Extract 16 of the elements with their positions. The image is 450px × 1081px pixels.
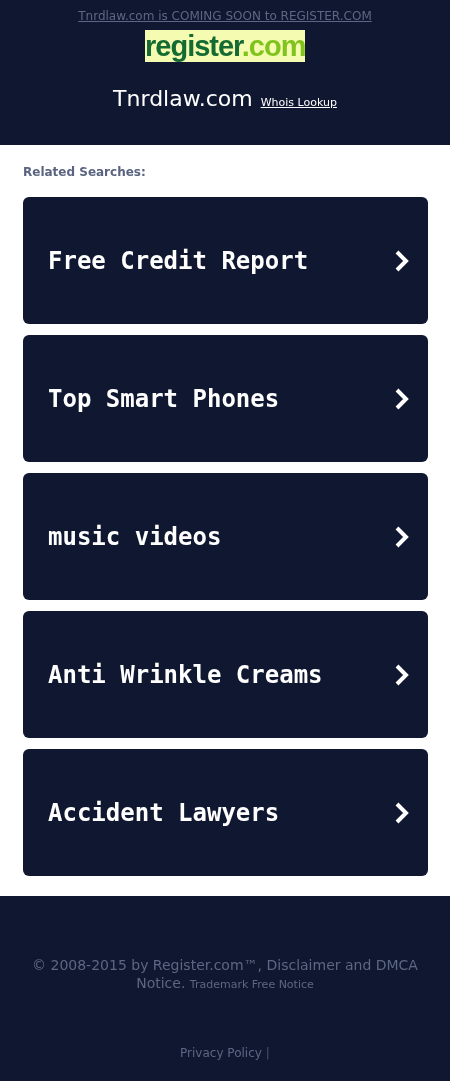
logo: register.com	[145, 30, 305, 62]
search-link[interactable]: Free Credit Report	[23, 197, 428, 324]
search-link[interactable]: music videos	[23, 473, 428, 600]
chevron-right-icon	[394, 387, 410, 410]
chevron-right-icon	[394, 525, 410, 548]
search-link[interactable]: Anti Wrinkle Creams	[23, 611, 428, 738]
copyright-text: © 2008-2015 by Register.com™, Disclaimer and DMCA Notice. Trademark Free Notice	[31, 956, 419, 993]
chevron-right-icon	[394, 663, 410, 686]
search-link[interactable]: Top Smart Phones	[23, 335, 428, 462]
search-link[interactable]: Accident Lawyers	[23, 749, 428, 876]
chevron-right-icon	[394, 249, 410, 272]
separator-text: |	[265, 1046, 270, 1060]
section-heading: Related Searches:	[23, 165, 147, 179]
chevron-right-icon	[394, 801, 410, 824]
whois-link[interactable]: Whois Lookup	[260, 96, 337, 109]
domain-title: Tnrdlaw.com	[113, 86, 253, 111]
